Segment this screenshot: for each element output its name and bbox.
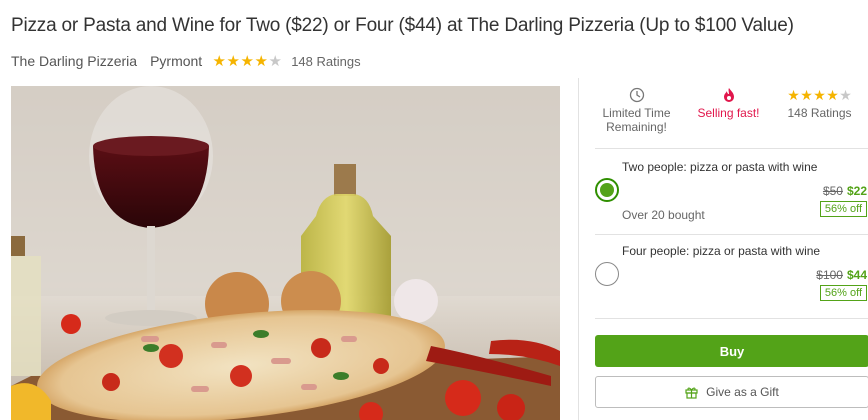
panel-rating: ★ ★ ★ ★ ★ 148 Ratings bbox=[772, 84, 867, 120]
new-price: $22 bbox=[846, 184, 867, 198]
option-two-people[interactable]: Two people: pizza or pasta with wine $50… bbox=[595, 150, 868, 230]
buy-button[interactable]: Buy bbox=[595, 335, 868, 367]
rating-stars: ★ ★ ★ ★ ★ bbox=[212, 54, 282, 69]
discount-badge: 56% off bbox=[819, 201, 867, 217]
clock-icon bbox=[629, 87, 644, 103]
selling-fast-label: Selling fast! bbox=[697, 106, 760, 120]
option-title: Four people: pizza or pasta with wine bbox=[622, 244, 821, 258]
deal-photo[interactable] bbox=[11, 86, 560, 420]
location-label: Pyrmont bbox=[150, 53, 203, 69]
flame-icon bbox=[723, 88, 734, 102]
merchant-link[interactable]: The Darling Pizzeria bbox=[11, 53, 137, 69]
gift-icon bbox=[685, 387, 698, 399]
divider bbox=[595, 148, 868, 149]
star-icon: ★ bbox=[268, 52, 282, 70]
star-icon: ★ bbox=[839, 87, 852, 103]
panel-ratings-label: 148 Ratings bbox=[787, 106, 852, 120]
star-icon: ★ bbox=[826, 87, 839, 103]
purchase-panel: Limited Time Remaining! Selling fast! ★ … bbox=[578, 78, 868, 420]
option-price: $50 $22 bbox=[823, 184, 867, 198]
time-remaining-label: Limited Time Remaining! bbox=[602, 106, 671, 134]
old-price: $100 bbox=[816, 268, 843, 282]
star-icon: ★ bbox=[800, 87, 813, 103]
divider bbox=[595, 318, 868, 319]
deal-info-row: Limited Time Remaining! Selling fast! ★ … bbox=[579, 84, 868, 142]
star-icon: ★ bbox=[787, 87, 800, 103]
deal-subline: The Darling Pizzeria Pyrmont ★ ★ ★ ★ ★ 1… bbox=[11, 52, 361, 70]
option-four-people[interactable]: Four people: pizza or pasta with wine $1… bbox=[595, 234, 868, 314]
ratings-count[interactable]: 148 Ratings bbox=[291, 54, 360, 69]
old-price: $50 bbox=[822, 184, 843, 198]
panel-rating-stars: ★ ★ ★ ★ ★ bbox=[787, 88, 852, 102]
option-price: $100 $44 bbox=[816, 268, 867, 282]
option-title: Two people: pizza or pasta with wine bbox=[622, 160, 818, 174]
gift-button[interactable]: Give as a Gift bbox=[595, 376, 868, 408]
star-icon: ★ bbox=[212, 52, 226, 70]
new-price: $44 bbox=[846, 268, 867, 282]
selling-fast: Selling fast! bbox=[681, 84, 776, 120]
discount-badge: 56% off bbox=[819, 285, 867, 301]
star-icon: ★ bbox=[254, 52, 268, 70]
star-icon: ★ bbox=[226, 52, 240, 70]
bought-count: Over 20 bought bbox=[622, 208, 705, 222]
gift-label: Give as a Gift bbox=[706, 385, 779, 399]
option-radio[interactable] bbox=[595, 178, 619, 202]
option-radio[interactable] bbox=[595, 262, 619, 286]
star-icon: ★ bbox=[240, 52, 254, 70]
time-remaining: Limited Time Remaining! bbox=[589, 84, 684, 134]
star-icon: ★ bbox=[813, 87, 826, 103]
deal-title: Pizza or Pasta and Wine for Two ($22) or… bbox=[11, 15, 794, 36]
pizza-wine-image bbox=[11, 86, 560, 420]
